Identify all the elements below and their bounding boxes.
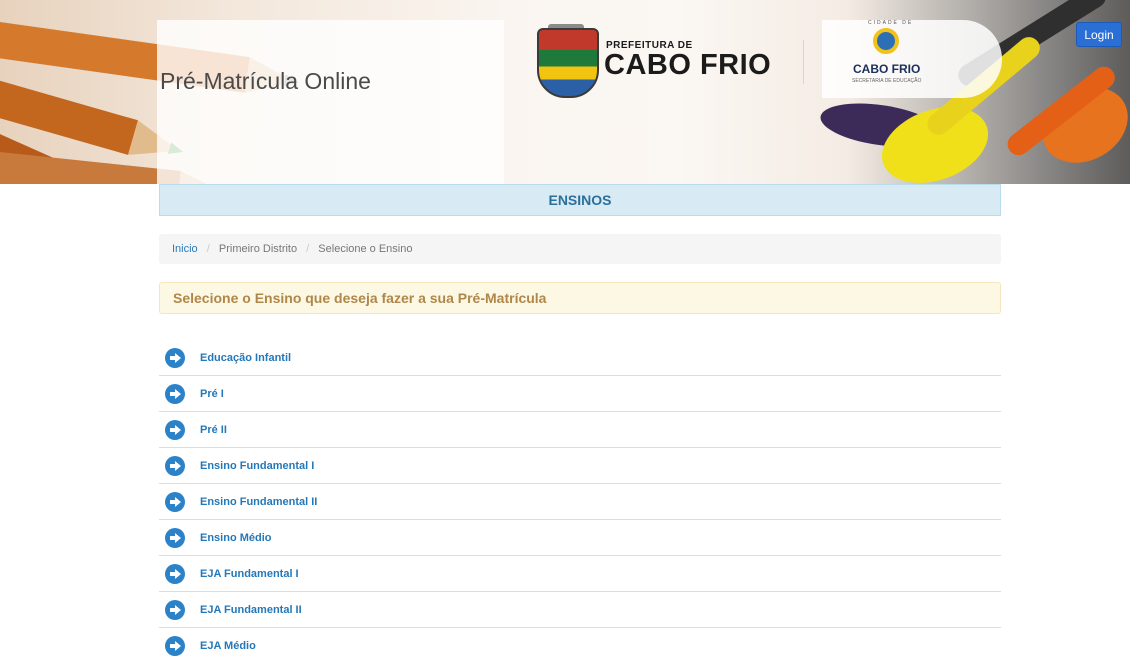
sun-logo-icon xyxy=(873,28,899,54)
ensino-option-label: Educação Infantil xyxy=(200,351,292,364)
ensino-option-eja-fundamental-i[interactable]: EJA Fundamental I xyxy=(159,556,1001,592)
ensino-option-label: Ensino Médio xyxy=(200,531,272,544)
breadcrumb-home-link[interactable]: Inicio xyxy=(172,243,198,255)
logo-divider xyxy=(803,40,804,84)
title-panel xyxy=(157,20,504,184)
breadcrumb-current: Selecione o Ensino xyxy=(318,243,413,255)
ensino-option-pre-i[interactable]: Pré I xyxy=(159,376,1001,412)
ensino-option-pre-ii[interactable]: Pré II xyxy=(159,412,1001,448)
instruction-alert: Selecione o Ensino que deseja fazer a su… xyxy=(159,282,1001,314)
arrow-right-circle-icon xyxy=(165,491,185,512)
pencil-decoration xyxy=(0,70,185,169)
breadcrumb-separator: / xyxy=(206,243,210,255)
arrow-right-circle-icon xyxy=(165,455,185,476)
ensino-option-label: Pré I xyxy=(200,387,224,400)
secretaria-logo-small: CIDADE DE xyxy=(868,20,914,26)
secretaria-logo-name: CABO FRIO xyxy=(853,62,921,76)
logo-panel xyxy=(822,20,1002,98)
ensino-option-eja-medio[interactable]: EJA Médio xyxy=(159,628,1001,664)
breadcrumb-separator: / xyxy=(306,243,310,255)
header-banner: Pré-Matrícula Online PREFEITURA DE CABO … xyxy=(0,0,1130,184)
ensino-option-label: Ensino Fundamental II xyxy=(200,495,318,508)
arrow-right-circle-icon xyxy=(165,599,185,620)
section-heading: ENSINOS xyxy=(159,184,1001,216)
ensino-option-medio[interactable]: Ensino Médio xyxy=(159,520,1001,556)
secretaria-logo-sub: SECRETARIA DE EDUCAÇÃO xyxy=(852,78,922,84)
login-button[interactable]: Login xyxy=(1076,22,1122,47)
ensino-list: Educação Infantil Pré I Pré II Ensino Fu… xyxy=(159,340,1001,664)
ensino-option-fundamental-i[interactable]: Ensino Fundamental I xyxy=(159,448,1001,484)
arrow-right-circle-icon xyxy=(165,347,185,368)
ensino-option-eja-fundamental-ii[interactable]: EJA Fundamental II xyxy=(159,592,1001,628)
breadcrumb-district: Primeiro Distrito xyxy=(218,243,298,255)
breadcrumb: Inicio / Primeiro Distrito / Selecione o… xyxy=(159,234,1001,264)
ensino-option-label: Pré II xyxy=(200,423,227,436)
ensino-option-label: EJA Fundamental I xyxy=(200,567,299,580)
site-title: Pré-Matrícula Online xyxy=(160,68,371,94)
prefeitura-name: CABO FRIO xyxy=(604,49,772,81)
ensino-option-label: EJA Médio xyxy=(200,640,256,652)
ensino-option-fundamental-ii[interactable]: Ensino Fundamental II xyxy=(159,484,1001,520)
ensino-option-label: EJA Fundamental II xyxy=(200,603,302,616)
ensino-option-label: Ensino Fundamental I xyxy=(200,459,315,472)
arrow-right-circle-icon xyxy=(165,419,185,440)
city-crest-icon xyxy=(537,28,599,98)
arrow-right-circle-icon xyxy=(165,636,185,656)
arrow-right-circle-icon xyxy=(165,527,185,548)
arrow-right-circle-icon xyxy=(165,383,185,404)
arrow-right-circle-icon xyxy=(165,563,185,584)
ensino-option-educacao-infantil[interactable]: Educação Infantil xyxy=(159,340,1001,376)
